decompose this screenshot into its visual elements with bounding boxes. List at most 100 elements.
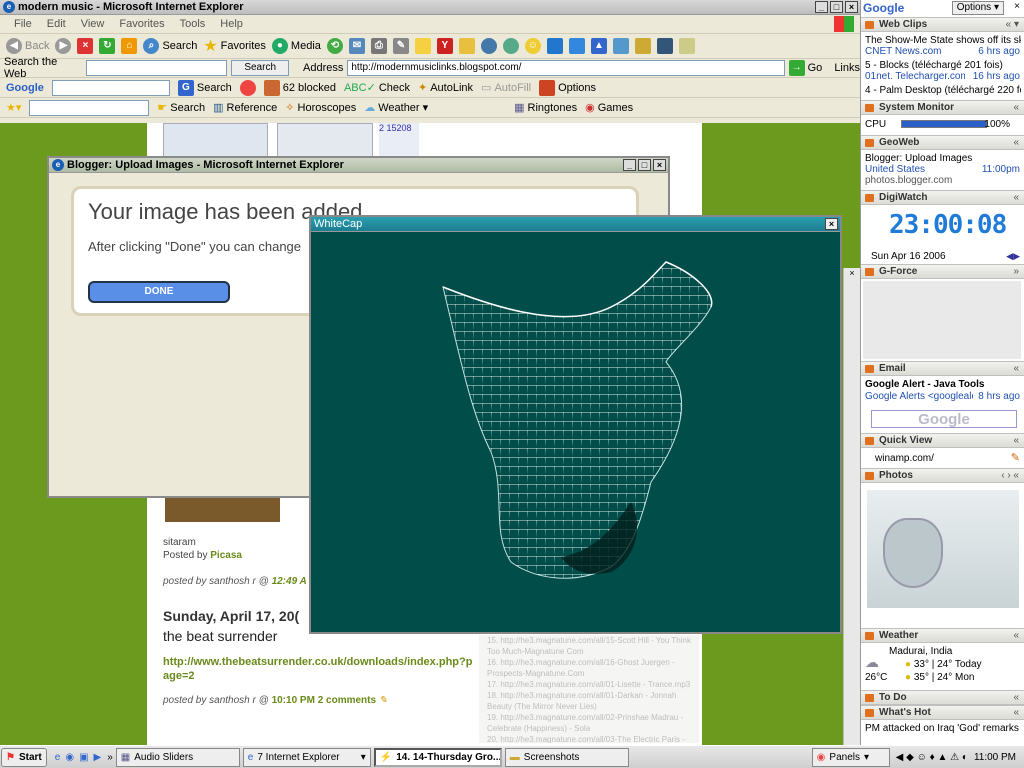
expand-icon[interactable]: »	[1013, 265, 1019, 278]
reference-button[interactable]: ▥ Reference	[213, 101, 277, 115]
quick-view-item[interactable]: winamp.com/	[875, 453, 1024, 464]
collapse-icon[interactable]: «	[1013, 434, 1019, 447]
menu-file[interactable]: File	[14, 18, 32, 30]
note-icon[interactable]	[414, 38, 431, 54]
options-button[interactable]: Options	[539, 79, 596, 96]
geoweb-header[interactable]: GeoWeb «	[861, 135, 1024, 150]
collapse-icon[interactable]: «	[1013, 191, 1019, 204]
quicklaunch-media-icon[interactable]: ▶	[94, 752, 102, 763]
refresh-icon[interactable]: ↻	[99, 38, 116, 54]
media-button[interactable]: ● Media	[271, 38, 321, 54]
pagerank-icon[interactable]	[239, 79, 256, 96]
calc-icon[interactable]	[656, 38, 673, 54]
blog-thumbnail-2[interactable]	[277, 123, 373, 158]
back-button[interactable]: ◀ Back	[6, 38, 49, 54]
ie-titlebar[interactable]: e modern music - Microsoft Internet Expl…	[0, 0, 860, 15]
collapse-icon[interactable]: « ▾	[1006, 18, 1019, 31]
favorites-button[interactable]: ★ Favorites	[203, 36, 266, 56]
collapse-icon[interactable]: «	[1013, 362, 1019, 375]
go-button[interactable]: → Go	[788, 60, 822, 76]
email-subject[interactable]: Google Alert - Java Tools	[865, 379, 1021, 390]
comments-link[interactable]: 2 comments	[318, 695, 376, 706]
cursor-icon[interactable]: ▲	[590, 38, 607, 54]
picasa-link[interactable]: Picasa	[210, 550, 242, 561]
post-time-link-1[interactable]: 12:49 A	[272, 576, 307, 587]
history-icon[interactable]: ⟲	[326, 38, 343, 54]
photo-thumbnail[interactable]	[867, 490, 1019, 608]
todo-header[interactable]: To Do «	[861, 690, 1024, 705]
whitecap-close-button[interactable]: ×	[825, 218, 838, 230]
start-button[interactable]: ⚑ Start	[1, 747, 47, 767]
page-scrollbar[interactable]: ×	[843, 268, 860, 745]
favorites-star-icon[interactable]: ★▾	[6, 101, 21, 114]
pin-icon[interactable]: ✎	[1011, 451, 1020, 464]
photos-header[interactable]: Photos ‹ › «	[861, 468, 1024, 483]
google-search-button[interactable]: G Search	[177, 79, 232, 96]
quicklaunch-desktop-icon[interactable]: ▣	[79, 752, 88, 763]
edit-icon[interactable]: ✎	[392, 38, 409, 54]
collapse-icon[interactable]: «	[1013, 691, 1019, 704]
quicklaunch-more-icon[interactable]: »	[107, 752, 113, 763]
system-monitor-header[interactable]: System Monitor «	[861, 100, 1024, 115]
menu-help[interactable]: Help	[220, 18, 243, 30]
geoweb-item[interactable]: Blogger: Upload Images	[865, 153, 1021, 164]
done-button[interactable]: DONE	[88, 281, 230, 303]
task-screenshots[interactable]: ▬ Screenshots	[504, 747, 629, 767]
pencil-icon[interactable]: ✎	[379, 695, 387, 706]
collapse-icon[interactable]: «	[1013, 101, 1019, 114]
web-clip-item[interactable]: The Show-Me State shows off its sky	[865, 35, 1021, 46]
web-clips-header[interactable]: Web Clips « ▾	[861, 17, 1024, 32]
dialog-titlebar[interactable]: e Blogger: Upload Images - Microsoft Int…	[49, 158, 668, 173]
autofill-button[interactable]: ▭ AutoFill	[481, 81, 531, 95]
menu-view[interactable]: View	[81, 18, 105, 30]
restore-button[interactable]: □	[830, 1, 843, 13]
digiwatch-header[interactable]: DigiWatch «	[861, 190, 1024, 205]
task-winamp[interactable]: ⚡ 14. 14-Thursday Gro...	[373, 747, 502, 767]
nav-icon[interactable]: ‹ › «	[1001, 469, 1019, 482]
google-toolbar-logo[interactable]: Google	[6, 82, 44, 94]
weather-button[interactable]: ☁ Weather ▾	[364, 101, 428, 115]
web-clip-item[interactable]: 5 - Blocks (téléchargé 201 fois)	[865, 60, 1021, 71]
panels-button[interactable]: ◉ Panels ▾	[811, 747, 890, 767]
sidebar-options-button[interactable]: Options ▾	[951, 1, 1004, 15]
dialog-close-button[interactable]: ×	[653, 159, 666, 171]
toolbar3-search[interactable]: ☛ Search	[157, 101, 205, 115]
window-icon[interactable]	[568, 38, 585, 54]
google-search-input[interactable]	[51, 79, 170, 96]
whats-hot-header[interactable]: What's Hot «	[861, 705, 1024, 720]
toolbar3-input[interactable]	[29, 99, 150, 116]
messenger-icon[interactable]	[480, 38, 497, 54]
horoscopes-button[interactable]: ✧ Horoscopes	[285, 101, 356, 115]
search-web-button[interactable]: Search	[231, 60, 290, 76]
panel-close-icon[interactable]: ×	[845, 268, 859, 282]
autolink-button[interactable]: ✦ AutoLink	[418, 81, 473, 95]
whats-hot-item[interactable]: PM attacked on Iraq 'God' remarks	[865, 723, 1021, 734]
quicklaunch-outlook-icon[interactable]: ◉	[65, 752, 74, 763]
tray-icons[interactable]: ◀ ◆ ☺ ♦ ▲ ⚠ ◐	[896, 752, 968, 763]
sign-icon[interactable]	[678, 38, 695, 54]
spellcheck-button[interactable]: ABC✓ Check	[344, 81, 410, 95]
minimize-button[interactable]: _	[815, 1, 828, 13]
butterfly-icon[interactable]	[502, 38, 519, 54]
menu-edit[interactable]: Edit	[47, 18, 66, 30]
menu-tools[interactable]: Tools	[180, 18, 206, 30]
home-icon[interactable]: ⌂	[121, 38, 138, 54]
post-time-link-2[interactable]: 10:10 PM	[272, 695, 315, 706]
google-search-box[interactable]: Google	[871, 410, 1017, 428]
menu-favorites[interactable]: Favorites	[119, 18, 164, 30]
email-header[interactable]: Email «	[861, 361, 1024, 376]
task-audio-sliders[interactable]: ▦ Audio Sliders	[115, 747, 240, 767]
popup-blocked-button[interactable]: 62 blocked	[263, 79, 336, 96]
close-button[interactable]: ×	[845, 1, 858, 13]
digiwatch-nav-icon[interactable]: ◀▶	[1006, 251, 1020, 262]
links-button[interactable]: Links	[834, 62, 860, 74]
blog-thumbnail-3[interactable]: 2 15208	[379, 123, 419, 158]
blog-image[interactable]	[165, 498, 280, 522]
post-link[interactable]: http://www.thebeatsurrender.co.uk/downlo…	[163, 655, 473, 683]
games-button[interactable]: ◉ Games	[585, 101, 633, 115]
sidebar-close-icon[interactable]: ×	[1014, 1, 1020, 12]
ringtones-button[interactable]: ▦ Ringtones	[514, 101, 577, 115]
quick-view-header[interactable]: Quick View «	[861, 433, 1024, 448]
checklist-icon[interactable]	[634, 38, 651, 54]
whitecap-titlebar[interactable]: WhiteCap ×	[311, 217, 840, 232]
